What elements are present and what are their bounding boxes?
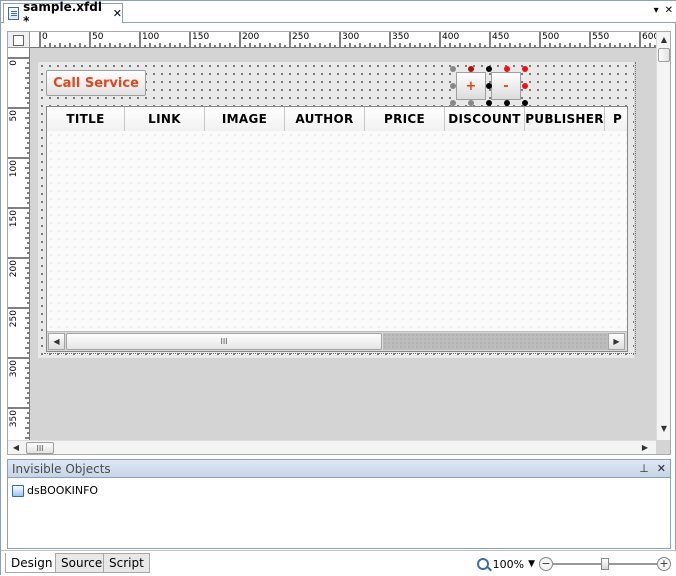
ruler-label: 50 (92, 32, 104, 42)
column-header-publisher[interactable]: PUBLISHER (525, 107, 605, 131)
grid-horizontal-scrollbar[interactable]: ◀ III ▶ (47, 331, 627, 351)
ruler-label: 250 (292, 32, 310, 42)
close-tab-icon[interactable]: ✕ (113, 7, 122, 20)
designer-vertical-thumb[interactable] (658, 48, 670, 62)
ruler-label: 200 (9, 260, 19, 278)
zoom-controls: 100% ▼ − + (476, 555, 671, 573)
ruler-label: 300 (9, 360, 19, 378)
dataset-item[interactable]: dsBOOKINFO (12, 484, 98, 497)
column-header-author[interactable]: AUTHOR (285, 107, 365, 131)
grid-scroll-right-button[interactable]: ▶ (608, 333, 625, 350)
scroll-right-arrow[interactable]: ▶ (640, 442, 650, 454)
ruler-label: 500 (542, 32, 560, 42)
ruler-label: 350 (392, 32, 410, 42)
ruler-label: 400 (442, 32, 460, 42)
tab-design[interactable]: Design (5, 553, 59, 573)
tab-source[interactable]: Source (55, 553, 109, 573)
ruler-label: 0 (42, 32, 48, 42)
zoom-slider[interactable]: − + (539, 557, 671, 571)
zoom-slider-thumb[interactable] (601, 558, 609, 570)
ruler-label: 550 (592, 32, 610, 42)
ruler-label: 450 (492, 32, 510, 42)
selection-handle[interactable] (486, 83, 492, 89)
ruler-label: 150 (9, 210, 19, 228)
ruler-label: 100 (9, 160, 19, 178)
designer-horizontal-scrollbar[interactable]: ◀ III ▶ (8, 440, 656, 454)
panel-controls: ⊥ ✕ (639, 462, 666, 475)
ruler-label: 250 (9, 310, 19, 328)
designer-vertical-scrollbar[interactable]: ▲ ▼ (656, 32, 670, 440)
ruler-label: 0 (9, 60, 19, 66)
close-document-icon[interactable]: ✕ (665, 5, 673, 16)
panel-header: Invisible Objects ⊥ ✕ (8, 460, 670, 478)
horizontal-ruler: 0 50 100 150 200 250 300 350 400 450 500 550 600 (30, 32, 656, 48)
zoom-out-button[interactable]: − (539, 557, 553, 571)
bottom-bar: Design Source Script 100% ▼ − + (1, 550, 676, 576)
selection-handle[interactable] (486, 66, 492, 72)
selection-handle[interactable] (522, 66, 528, 72)
column-header-link[interactable]: LINK (125, 107, 205, 131)
column-header-image[interactable]: IMAGE (205, 107, 285, 131)
grid-header-row: TITLE LINK IMAGE AUTHOR PRICE DISCOUNT P… (47, 107, 627, 131)
column-header-title[interactable]: TITLE (47, 107, 125, 131)
selection-handle[interactable] (450, 83, 456, 89)
call-service-button[interactable]: Call Service (46, 70, 146, 96)
pin-icon[interactable]: ⊥ (639, 462, 649, 475)
ruler-label: 600 (642, 32, 656, 42)
ruler-label: 350 (9, 410, 19, 428)
grid-scroll-left-button[interactable]: ◀ (48, 333, 65, 350)
selection-handle[interactable] (468, 66, 474, 72)
ide-window: sample.xfdl * ✕ ▾ ✕ 0 50 100 150 200 250 300 35… (0, 0, 676, 576)
tab-list-dropdown-icon[interactable]: ▾ (654, 5, 659, 16)
grid-scroll-thumb[interactable]: III (66, 333, 382, 350)
form-file-icon (8, 7, 20, 20)
ruler-corner (8, 32, 30, 48)
close-panel-icon[interactable]: ✕ (657, 462, 666, 475)
scroll-left-arrow[interactable]: ◀ (11, 442, 21, 454)
scroll-up-arrow[interactable]: ▲ (659, 35, 669, 45)
ruler-label: 300 (342, 32, 360, 42)
selection-handle[interactable] (504, 66, 510, 72)
dataset-label: dsBOOKINFO (27, 484, 99, 497)
zoom-dropdown-icon[interactable]: ▼ (528, 559, 535, 569)
invisible-objects-panel: Invisible Objects ⊥ ✕ dsBOOKINFO (7, 459, 671, 549)
column-header-discount[interactable]: DISCOUNT (445, 107, 525, 131)
grid-scroll-track[interactable] (383, 333, 608, 350)
zoom-icon (476, 558, 489, 570)
selection-handle[interactable] (450, 66, 456, 72)
document-tab-sample[interactable]: sample.xfdl * ✕ (3, 0, 123, 28)
column-header-price[interactable]: PRICE (365, 107, 445, 131)
tabstrip-controls: ▾ ✕ (654, 5, 673, 16)
scroll-down-arrow[interactable]: ▼ (659, 424, 669, 434)
book-grid[interactable]: TITLE LINK IMAGE AUTHOR PRICE DISCOUNT P… (46, 106, 628, 352)
ruler-label: 50 (9, 110, 19, 122)
designer-horizontal-thumb[interactable]: III (26, 442, 54, 454)
panel-title: Invisible Objects (12, 461, 111, 476)
column-header-partial[interactable]: P (605, 107, 627, 131)
document-tabstrip: sample.xfdl * ✕ ▾ ✕ (1, 0, 676, 28)
zoom-in-button[interactable]: + (657, 557, 671, 571)
minus-button[interactable]: - (491, 72, 521, 100)
grid-body[interactable]: TITLE LINK IMAGE AUTHOR PRICE DISCOUNT P… (47, 107, 627, 331)
plus-button[interactable]: + (456, 72, 486, 100)
ruler-label: 200 (242, 32, 260, 42)
vertical-ruler-ticks (8, 57, 29, 439)
document-tab-title: sample.xfdl * (23, 0, 102, 28)
selection-handle[interactable] (522, 83, 528, 89)
ruler-label: 150 (192, 32, 210, 42)
dataset-icon (12, 484, 24, 497)
zoom-level: 100% (492, 557, 525, 571)
ruler-label: 100 (142, 32, 160, 42)
tab-script[interactable]: Script (103, 553, 150, 573)
vertical-ruler: 0 50 100 150 200 250 300 350 (8, 48, 30, 440)
design-canvas[interactable]: Call Service + - TITLE LINK IMAGE AUTHOR… (30, 48, 656, 440)
form-designer: 0 50 100 150 200 250 300 350 400 450 500 550 600 0 50… (7, 31, 671, 455)
